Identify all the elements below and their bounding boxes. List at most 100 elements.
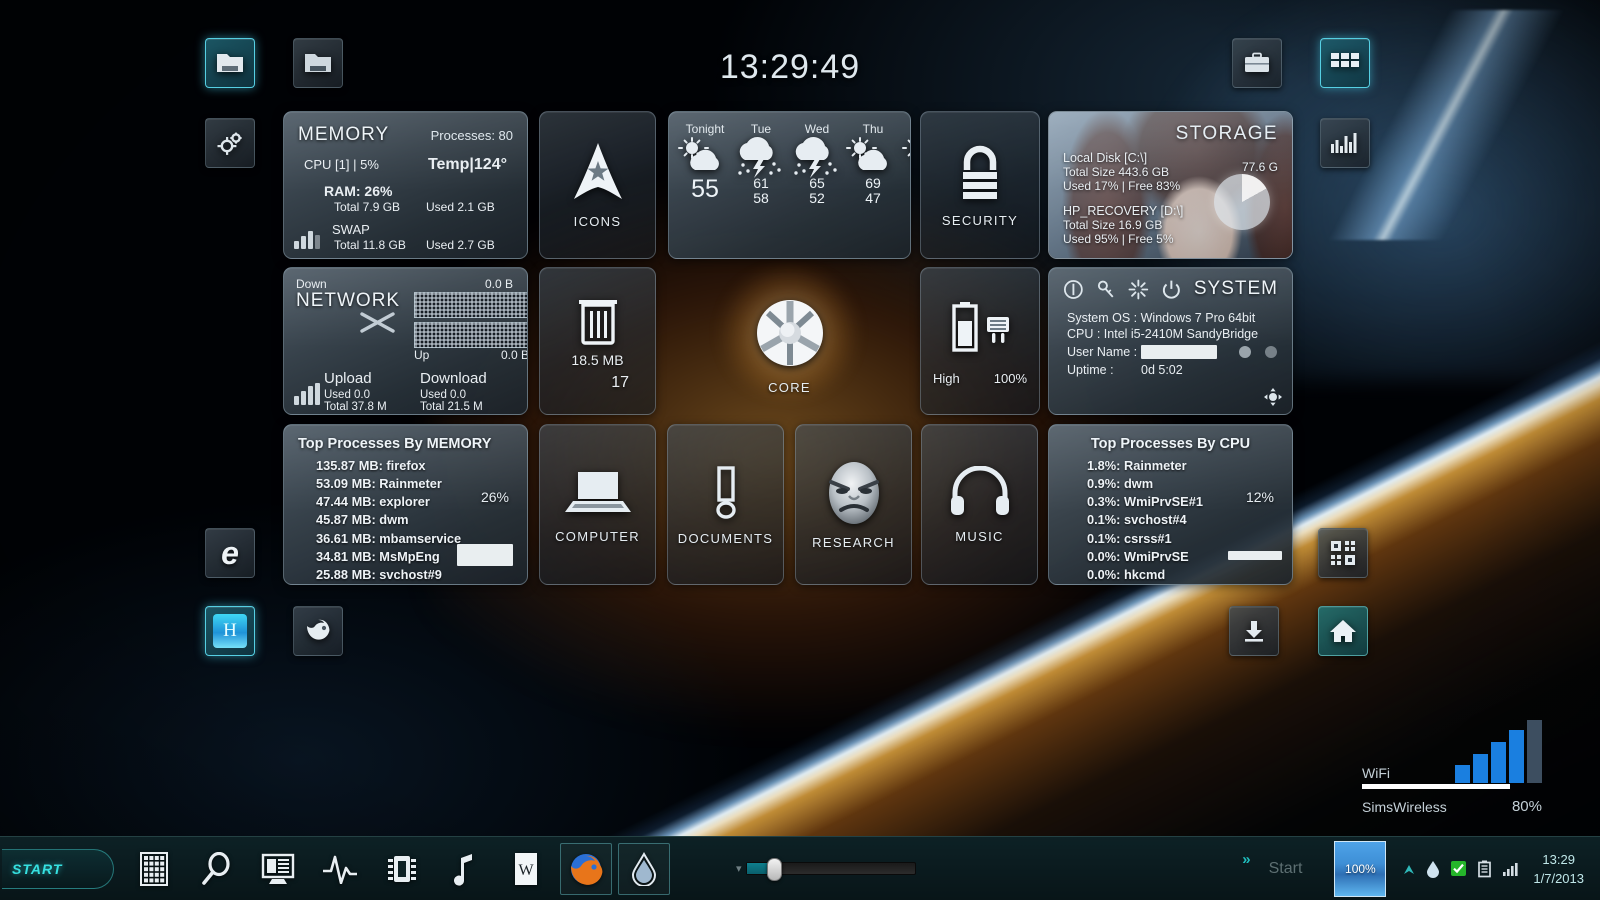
network-upload-title: Upload — [324, 370, 372, 387]
launcher-blocks[interactable] — [1318, 528, 1368, 578]
taskbar-cpu-chip-icon[interactable] — [374, 841, 430, 897]
volume-speaker-icon: ▾ — [736, 863, 742, 875]
network-title: NETWORK — [296, 290, 401, 311]
battery-percent: 100% — [993, 370, 1027, 386]
weather-day-name: Tonight — [685, 122, 725, 136]
network-up-graph — [414, 322, 527, 348]
launcher-folder-open[interactable] — [205, 38, 255, 88]
top-memory-row: 25.88 MB: svchost#9 — [316, 566, 442, 582]
launcher-firefox[interactable] — [293, 606, 343, 656]
power-icon[interactable] — [1161, 279, 1182, 300]
weather-day-2[interactable]: Wed 65 52 — [789, 122, 845, 207]
top-memory-panel[interactable]: Top Processes By MEMORY 135.87 MB: firef… — [283, 424, 528, 585]
storage-drive-1-usage: Used 95% | Free 5% — [1063, 232, 1174, 246]
rainmeter-drop-icon[interactable] — [1426, 860, 1440, 878]
weather-day-4[interactable]: Fri 72 63 — [901, 122, 910, 207]
taskbar-monitor-icon[interactable] — [250, 841, 306, 897]
launcher-equalizer[interactable] — [1320, 118, 1370, 168]
taskbar-search-icon[interactable] — [188, 841, 244, 897]
shortcut-tile-documents[interactable]: DOCUMENTS — [667, 424, 784, 585]
launcher-internet-explorer[interactable]: e — [205, 528, 255, 578]
equalizer-icon — [1331, 133, 1357, 153]
thunderstorm-icon — [789, 136, 845, 178]
storage-panel[interactable]: STORAGE Local Disk [C:\] Total Size 443.… — [1048, 111, 1293, 259]
taskbar-calculator-icon[interactable] — [126, 841, 182, 897]
folder-open-icon — [217, 54, 243, 72]
download-icon — [1245, 621, 1263, 642]
memory-panel[interactable]: MEMORY Processes: 80 CPU [1] | 5% Temp|1… — [283, 111, 528, 259]
top-memory-row: 45.87 MB: dwm — [316, 512, 409, 528]
battery-tile[interactable]: High 100% — [920, 267, 1040, 415]
wifi-widget[interactable]: WiFi SimsWireless 80% — [1362, 720, 1542, 817]
taskbar-firefox-icon[interactable] — [560, 842, 612, 895]
taskbar-window-button[interactable]: Start — [1269, 860, 1303, 878]
signal-bars-icon[interactable] — [1502, 861, 1519, 876]
battery-icon[interactable] — [1477, 860, 1492, 878]
launcher-folder[interactable] — [293, 38, 343, 88]
rainmeter-drop-icon — [631, 851, 657, 886]
taskbar-word-icon[interactable]: W — [498, 841, 554, 897]
internet-explorer-icon: e — [221, 535, 239, 571]
memory-ram: RAM: 26% — [324, 183, 393, 199]
desktop-clock[interactable]: 13:29:49 — [600, 48, 980, 87]
launcher-hwmonitor[interactable]: H — [205, 606, 255, 656]
taskbar-rainmeter-drop-icon[interactable] — [618, 842, 670, 895]
core-tile[interactable]: CORE — [714, 268, 864, 410]
launcher-briefcase[interactable] — [1232, 38, 1282, 88]
taskbar-pulse-icon[interactable] — [312, 841, 368, 897]
weather-day-1[interactable]: Tue 61 58 — [733, 122, 789, 207]
volume-track[interactable] — [745, 858, 916, 881]
sun-cloud-icon — [901, 136, 910, 176]
weather-day-3[interactable]: Thu 69 47 — [845, 122, 901, 207]
taskbar[interactable]: START W ▾ » Start 100% 13:29 1/7/2013 — [0, 836, 1600, 900]
gears-icon — [217, 132, 242, 155]
icons-tile[interactable]: ICONS — [539, 111, 656, 259]
launcher-home[interactable] — [1318, 606, 1368, 656]
cpu-chip-icon — [386, 852, 418, 886]
desktop: 13:29:49 e H MEMORY Processes: 80 CPU [1… — [0, 0, 1600, 900]
wifi-strength-bar — [1362, 784, 1510, 789]
shortcut-tile-computer[interactable]: COMPUTER — [539, 424, 656, 585]
sunburst-icon[interactable] — [1128, 279, 1149, 300]
quicklaunch-area[interactable]: W — [126, 841, 670, 897]
volume-slider[interactable]: ▾ — [736, 858, 916, 881]
start-button[interactable]: START — [2, 848, 114, 889]
weather-day-high: 55 — [691, 175, 719, 203]
key-icon[interactable] — [1096, 279, 1117, 300]
system-tray[interactable] — [1402, 860, 1519, 878]
sun-cloud-icon — [845, 136, 901, 176]
taskbar-music-note-icon[interactable] — [436, 841, 492, 897]
security-tile[interactable]: SECURITY — [920, 111, 1040, 259]
taskbar-clock[interactable]: 13:29 1/7/2013 — [1533, 850, 1584, 888]
top-cpu-panel[interactable]: Top Processes By CPU 1.8%: Rainmeter 0.9%… — [1048, 424, 1293, 585]
weather-day-high: 69 — [865, 175, 881, 191]
shortcut-tile-music[interactable]: MUSIC — [921, 424, 1038, 585]
network-down-label: Down — [296, 277, 327, 291]
power-info-icon[interactable] — [1063, 279, 1084, 300]
launcher-download[interactable] — [1229, 606, 1279, 656]
system-panel[interactable]: SYSTEM System OS : Windows 7 Pro 64bit C… — [1048, 267, 1293, 415]
security-check-icon[interactable] — [1450, 860, 1467, 877]
search-icon — [199, 851, 233, 886]
volume-knob[interactable] — [766, 858, 782, 881]
launcher-settings[interactable] — [205, 118, 255, 168]
recycle-bin-tile[interactable]: 18.5 MB 17 — [539, 267, 656, 415]
network-activity-icon — [360, 312, 395, 333]
wifi-strength: 80% — [1511, 798, 1542, 815]
system-username-label: User Name : — [1067, 345, 1138, 359]
core-label: CORE — [768, 380, 811, 395]
memory-histogram — [294, 229, 320, 249]
top-cpu-list: 1.8%: Rainmeter 0.9%: dwm 0.3%: WmiPrvSE#1… — [1063, 457, 1278, 584]
shortcut-tile-research[interactable]: RESEARCH — [795, 424, 912, 585]
shortcut-label-computer: COMPUTER — [555, 528, 640, 544]
launcher-apps-grid[interactable] — [1320, 38, 1370, 88]
taskbar-overflow-button[interactable]: » — [1242, 851, 1250, 868]
memory-swap-title: SWAP — [332, 222, 370, 237]
network-panel[interactable]: Down 0.0 B NETWORK Up 0.0 B Upload Used … — [283, 267, 528, 415]
caret-up-icon[interactable] — [1402, 862, 1416, 876]
zoom-level-badge[interactable]: 100% — [1334, 840, 1387, 897]
weather-day-low: 47 — [865, 190, 881, 207]
weather-panel[interactable]: Tonight 55 Tue 61 58Wed 65 52Thu 69 47Fr… — [668, 111, 911, 259]
system-refresh-icon[interactable] — [1264, 388, 1282, 406]
weather-day-0[interactable]: Tonight 55 — [677, 122, 733, 207]
